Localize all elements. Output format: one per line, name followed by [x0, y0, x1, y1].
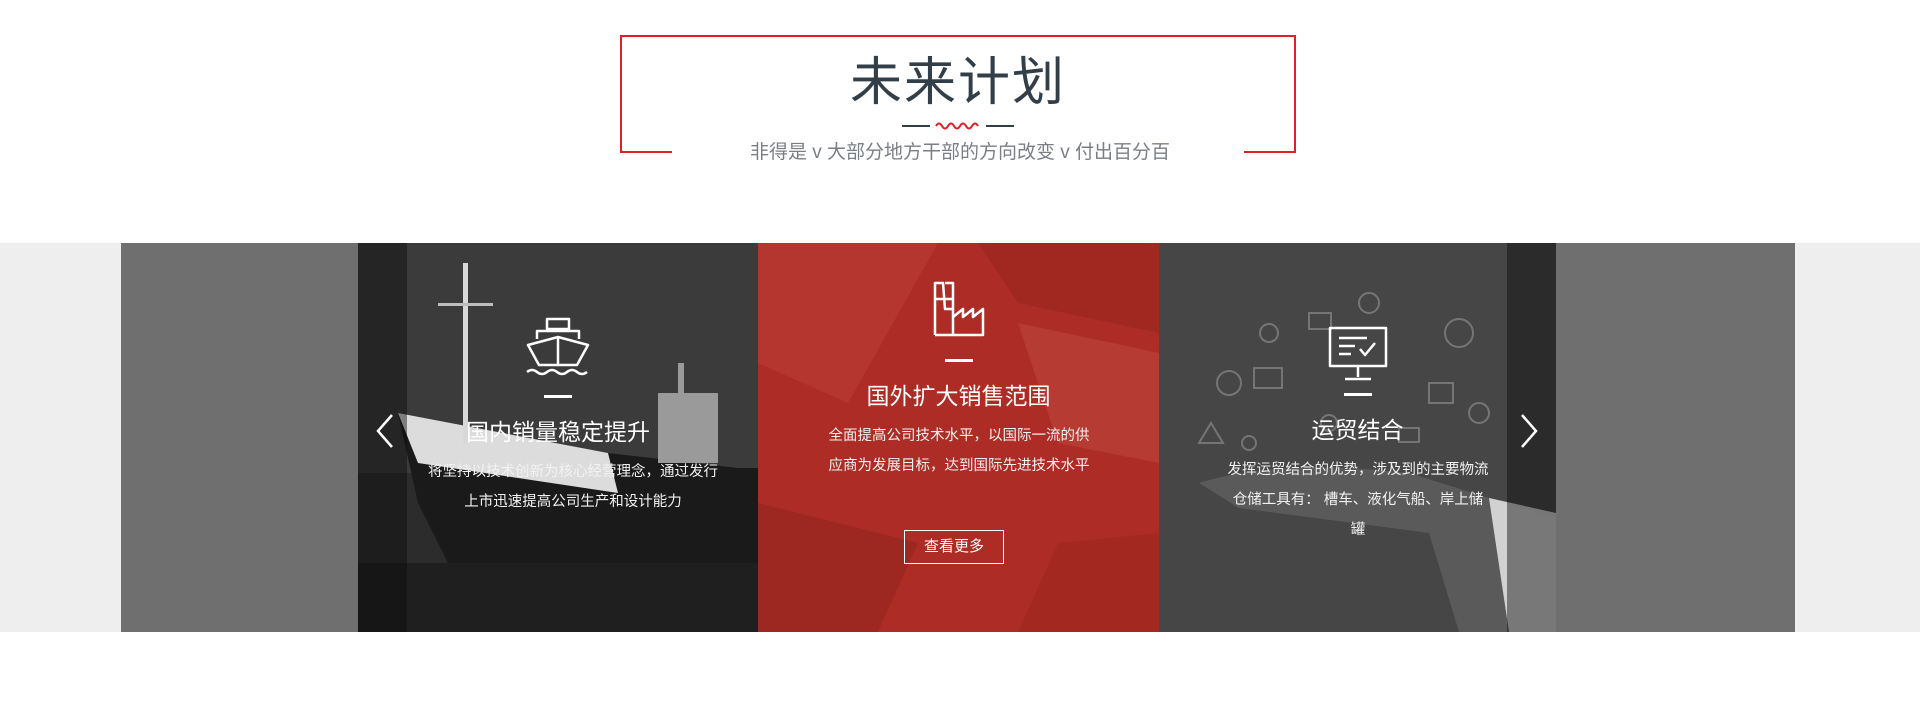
factory-icon — [933, 281, 984, 337]
card-divider — [1343, 393, 1372, 396]
card-title: 国外扩大销售范围 — [866, 383, 1051, 409]
title-divider-ornament — [902, 122, 1014, 130]
section-subtitle: 非得是 v 大部分地方干部的方向改变 v 付出百分百 — [749, 142, 1171, 163]
carousel-card-international: 国外扩大销售范围 全面提高公司技术水平，以国际一流的供应商为发展目标，达到国际先… — [758, 243, 1159, 632]
card-title: 国内销量稳定提升 — [466, 419, 650, 445]
view-more-button[interactable]: 查看更多 — [904, 530, 1004, 564]
ship-icon — [526, 317, 590, 376]
feature-carousel: 国内销量稳定提升 将坚持以技术创新为核心经营理念，通过发行上市迅速提高公司生产和… — [358, 243, 1556, 632]
carousel-card-domestic: 国内销量稳定提升 将坚持以技术创新为核心经营理念，通过发行上市迅速提高公司生产和… — [358, 243, 758, 632]
section-title-frame: 未来计划 — [620, 35, 1296, 153]
chevron-right-icon[interactable] — [1514, 411, 1544, 451]
page-title: 未来计划 — [849, 54, 1066, 112]
card-description: 全面提高公司技术水平，以国际一流的供应商为发展目标，达到国际先进技术水平 — [828, 428, 1090, 474]
monitor-check-icon — [1328, 326, 1387, 381]
card-description: 将坚持以技术创新为核心经营理念，通过发行上市迅速提高公司生产和设计能力 — [428, 464, 718, 510]
card-divider — [944, 359, 973, 362]
chevron-left-icon[interactable] — [370, 411, 400, 451]
card-description: 发挥运贸结合的优势，涉及到的主要物流仓储工具有： 槽车、液化气船、岸上储罐 — [1227, 462, 1489, 538]
card-divider — [544, 395, 572, 398]
carousel-card-transport-trade: 运贸结合 发挥运贸结合的优势，涉及到的主要物流仓储工具有： 槽车、液化气船、岸上… — [1159, 243, 1556, 632]
card-title: 运贸结合 — [1311, 417, 1404, 443]
